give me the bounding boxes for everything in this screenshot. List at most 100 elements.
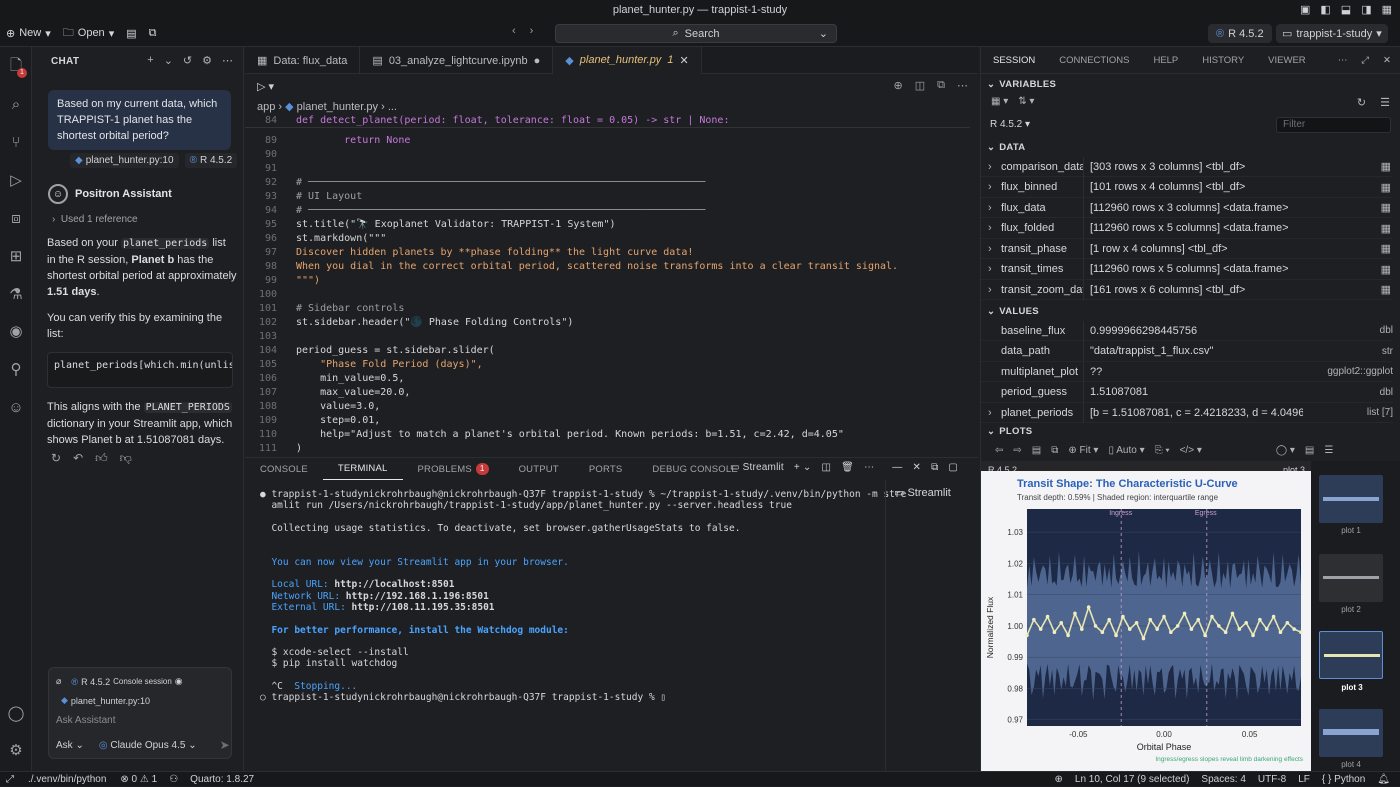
code-line[interactable]: 107 max_value=20.0, [245,386,970,400]
layout-icon[interactable]: ▤ [1305,445,1314,456]
search-icon[interactable]: ⌕ [6,94,26,114]
remote-icon[interactable]: ⤢ [6,774,14,785]
explorer-icon[interactable]: 🗋 1 [6,57,27,78]
tab-terminal[interactable]: TERMINAL [322,458,403,480]
clear-icon[interactable]: ☰ [1380,96,1390,109]
r-interpreter-pill[interactable]: ® R 4.5.2 [1208,24,1272,43]
code-block[interactable]: planet_periods[which.min(unlis [47,352,233,388]
view-table-icon[interactable]: ▦ [1381,201,1391,214]
sidebar-toggle-icon[interactable]: ◧ [1320,0,1330,20]
chevron-down-icon[interactable]: ▾ [269,80,275,93]
fit-selector[interactable]: ⊕ Fit ▾ [1068,445,1098,456]
cursor-position[interactable]: Ln 10, Col 17 (9 selected) [1075,774,1190,785]
layout-icon[interactable]: ▣ [1300,0,1310,20]
code-editor[interactable]: 84 def detect_planet(period: float, toler… [245,114,978,454]
indentation[interactable]: Spaces: 4 [1201,774,1245,785]
code-line[interactable]: 104 period_guess = st.sidebar.slider( [245,344,970,358]
more-icon[interactable]: ⋯ [957,79,968,92]
clipboard-icon[interactable]: ⎘ ▾ [1155,445,1170,456]
terminal-list-item[interactable]: ▭ Streamlit [894,486,970,499]
code-line[interactable]: 93 # UI Layout [245,190,970,204]
code-line[interactable]: 99 """) [245,274,970,288]
code-line[interactable]: 94 # ────────────────────────────────────… [245,204,970,218]
line-ending[interactable]: LF [1298,774,1310,785]
secondary-sidebar-icon[interactable]: ◨ [1361,0,1371,20]
code-line[interactable]: 108 value=3.0, [245,400,970,414]
chat-input[interactable]: Ask Assistant [56,715,115,726]
save-plot-icon[interactable]: ▤ [1032,445,1041,456]
thumbs-up-icon[interactable]: 👍︎ [95,451,108,466]
code-line[interactable]: 91 [245,162,970,176]
send-icon[interactable]: ➤ [220,738,230,752]
assistant-icon[interactable]: ☺ [6,397,26,417]
variable-row-flux_data[interactable]: › flux_data [112960 rows x 3 columns] <dat… [981,197,1393,218]
panel-toggle-icon[interactable]: ⬓ [1341,0,1351,20]
gear-icon[interactable]: ⚙ [6,740,26,760]
view-table-icon[interactable]: ▦ [1381,222,1391,235]
run-debug-icon[interactable]: ▷ [6,170,26,190]
file-context-chip[interactable]: ◆ planet_hunter.py:10 [56,693,155,708]
variable-row-transit_phase[interactable]: › transit_phase [1 row x 4 columns] <tbl_d… [981,238,1393,259]
clear-plots-icon[interactable]: ☰ [1324,445,1333,456]
broadcast-icon[interactable]: ⚇ [169,774,178,785]
account-icon[interactable]: ◯ [6,703,26,723]
remote-explorer-icon[interactable]: ⧈ [6,208,26,228]
more-icon[interactable]: ⋯ [1338,55,1348,66]
variable-row-transit_zoom_dat[interactable]: › transit_zoom_dat [161 rows x 6 columns] … [981,279,1393,300]
size-selector[interactable]: ▯ Auto ▾ [1108,445,1144,456]
more-icon[interactable]: ⋯ [864,462,874,473]
code-line[interactable]: 109 step=0.01, [245,414,970,428]
view-table-icon[interactable]: ▦ [1381,242,1391,255]
maximize-icon[interactable]: ⧉ [931,462,938,473]
code-line[interactable]: 95 st.title("🔭 Exoplanet Validator: TRAPP… [245,218,970,232]
variable-row-transit_times[interactable]: › transit_times [112960 rows x 5 columns] … [981,259,1393,280]
split-editor-icon[interactable]: ◫ [915,79,925,92]
encoding[interactable]: UTF-8 [1258,774,1286,785]
code-line[interactable]: 101 # Sidebar controls [245,302,970,316]
code-line[interactable]: 100 [245,288,970,302]
view-table-icon[interactable]: ▦ [1381,160,1391,173]
chevron-down-icon[interactable]: ⌄ [164,54,173,67]
code-line[interactable]: 106 min_value=0.5, [245,372,970,386]
view-table-icon[interactable]: ▦ [1381,263,1391,276]
theme-icon[interactable]: ◯ ▾ [1276,445,1295,456]
code-line[interactable]: 84 def detect_planet(period: float, toler… [245,114,970,128]
code-icon[interactable]: </> ▾ [1180,445,1202,456]
back-arrow-icon[interactable]: ⇦ [995,445,1003,456]
split-terminal-icon[interactable]: ◫ [822,462,832,473]
plots-section-header[interactable]: ⌄ PLOTS [981,422,1400,440]
code-line[interactable]: 110 help="Adjust to match a planet's orb… [245,428,970,442]
back-arrow-icon[interactable]: ‹ [512,25,516,37]
maximize-icon[interactable]: ⤢ [1361,55,1369,66]
connections-icon[interactable]: ⚲ [6,359,26,379]
zoom-icon[interactable]: ⊕ [1055,774,1063,785]
tab-history[interactable]: HISTORY [1190,47,1256,74]
values-section-header[interactable]: ⌄ VALUES [981,302,1400,320]
tab-notebook[interactable]: ▤ 03_analyze_lightcurve.ipynb ● [360,47,554,74]
save-icon[interactable]: ▤ [120,27,142,40]
close-icon[interactable]: ✕ [679,54,688,67]
forward-arrow-icon[interactable]: ⇨ [1013,445,1021,456]
source-control-icon[interactable]: ⑂ [6,132,26,152]
compare-icon[interactable]: ⊕ [894,79,903,92]
code-line[interactable]: 96 st.markdown(""" [245,232,970,246]
problems-indicator[interactable]: ⊗ 0 ⚠ 1 [120,774,157,785]
code-line[interactable]: 103 [245,330,970,344]
file-reference-chip[interactable]: ◆ planet_hunter.py:10 [70,153,179,168]
tab-planet-hunter[interactable]: ◆ planet_hunter.py 1 ✕ [553,47,702,74]
notifications-icon[interactable]: 🔔︎ [1377,774,1390,785]
code-line[interactable]: 111) [245,442,970,454]
plot-thumbnail[interactable]: plot 1 [1319,475,1383,535]
variable-row-flux_folded[interactable]: › flux_folded [112960 rows x 5 columns] <d… [981,218,1393,239]
copy-icon[interactable]: ⧉ [1051,445,1058,456]
code-line[interactable]: 90 [245,148,970,162]
sort-icon[interactable]: ⇅ ▾ [1018,96,1034,107]
run-icon[interactable]: ▷ [257,80,265,93]
retry-icon[interactable]: ↻ [51,451,61,466]
open-button[interactable]: 🗀 Open ▾ [57,24,120,43]
new-terminal-icon[interactable]: + ⌄ [794,462,812,473]
view-table-icon[interactable]: ▦ [1381,181,1391,194]
code-line[interactable]: 105 "Phase Fold Period (days)", [245,358,970,372]
panel-layout-icon[interactable]: ▢ [948,462,958,473]
value-row-multiplanet_plot[interactable]: multiplanet_plot?? ggplot2::ggplot [981,361,1393,382]
